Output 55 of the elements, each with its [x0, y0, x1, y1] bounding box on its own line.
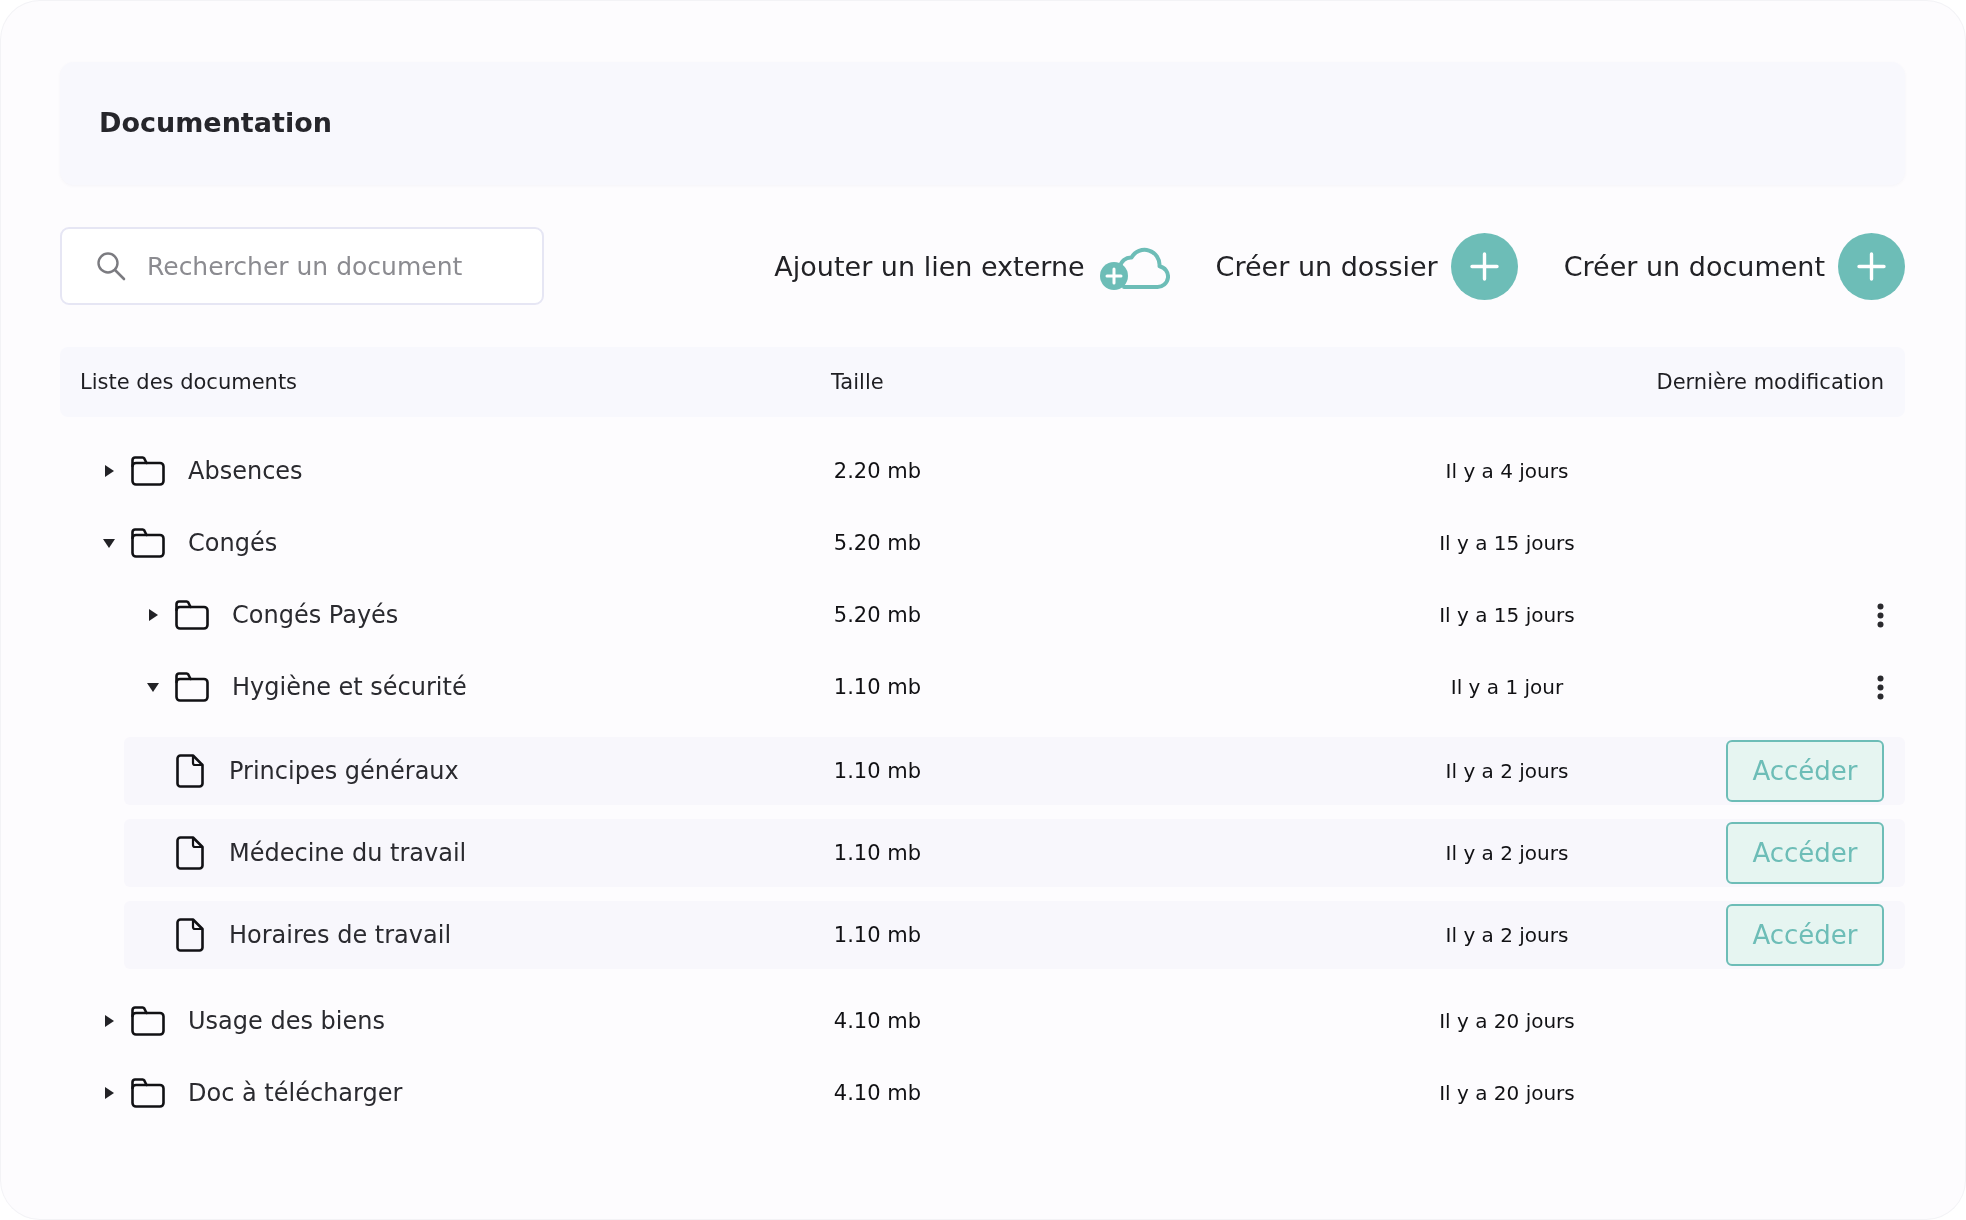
size-cell: 1.10 mb [833, 675, 921, 699]
document-name[interactable]: Principes généraux [229, 757, 459, 785]
size-cell: 5.20 mb [833, 603, 921, 627]
size-cell: 5.20 mb [833, 531, 921, 555]
caret-down-icon[interactable] [103, 538, 115, 548]
modified-cell: Il y a 2 jours [1445, 923, 1569, 947]
caret-down-icon[interactable] [147, 682, 159, 692]
toolbar-button[interactable]: Ajouter un lien externe [774, 241, 1170, 291]
column-header: Liste des documents [80, 370, 299, 394]
size-cell: 2.20 mb [833, 459, 921, 483]
toolbar-button[interactable]: Créer un document [1563, 232, 1905, 300]
column-header: Dernière modification [1656, 370, 1884, 394]
modified-cell: Il y a 2 jours [1445, 841, 1569, 865]
toolbar-button[interactable]: Créer un dossier [1215, 232, 1518, 300]
size-cell: 4.10 mb [833, 1081, 921, 1105]
modified-cell: Il y a 15 jours [1439, 531, 1575, 555]
document-name[interactable]: Hygiène et sécurité [232, 673, 467, 701]
document-name[interactable]: Horaires de travail [229, 921, 452, 949]
modified-cell: Il y a 4 jours [1445, 459, 1569, 483]
modified-cell: Il y a 20 jours [1439, 1081, 1575, 1105]
size-cell: 1.10 mb [833, 759, 921, 783]
document-name[interactable]: Congés Payés [232, 601, 399, 629]
file-icon [175, 835, 205, 871]
modified-cell: Il y a 20 jours [1439, 1009, 1575, 1033]
caret-right-icon[interactable] [105, 1087, 114, 1099]
folder-icon [130, 527, 166, 559]
file-icon [175, 917, 205, 953]
document-name[interactable]: Usage des biens [188, 1007, 385, 1035]
document-name[interactable]: Absences [188, 457, 303, 485]
modified-cell: Il y a 2 jours [1445, 759, 1569, 783]
page-title: Documentation [99, 107, 332, 140]
document-name[interactable]: Doc à télécharger [188, 1079, 403, 1107]
size-cell: 4.10 mb [833, 1009, 921, 1033]
plus-circle-icon [1450, 232, 1518, 300]
search-icon [96, 251, 126, 281]
caret-right-icon[interactable] [105, 1015, 114, 1027]
folder-icon [174, 671, 210, 703]
search-field[interactable]: Rechercher un document [60, 227, 544, 305]
file-icon [175, 753, 205, 789]
document-name[interactable]: Congés [188, 529, 278, 557]
plus-circle-icon [1838, 232, 1905, 300]
modified-cell: Il y a 15 jours [1439, 603, 1575, 627]
size-cell: 1.10 mb [833, 923, 921, 947]
column-header: Taille [831, 370, 884, 394]
more-icon[interactable] [1877, 674, 1884, 700]
folder-icon [174, 599, 210, 631]
folder-icon [130, 455, 166, 487]
modified-cell: Il y a 1 jour [1450, 675, 1564, 699]
caret-right-icon[interactable] [105, 465, 114, 477]
document-name[interactable]: Médecine du travail [229, 839, 467, 867]
folder-icon [130, 1005, 166, 1037]
folder-icon [130, 1077, 166, 1109]
more-icon[interactable] [1877, 602, 1884, 628]
caret-right-icon[interactable] [149, 609, 158, 621]
size-cell: 1.10 mb [833, 841, 921, 865]
